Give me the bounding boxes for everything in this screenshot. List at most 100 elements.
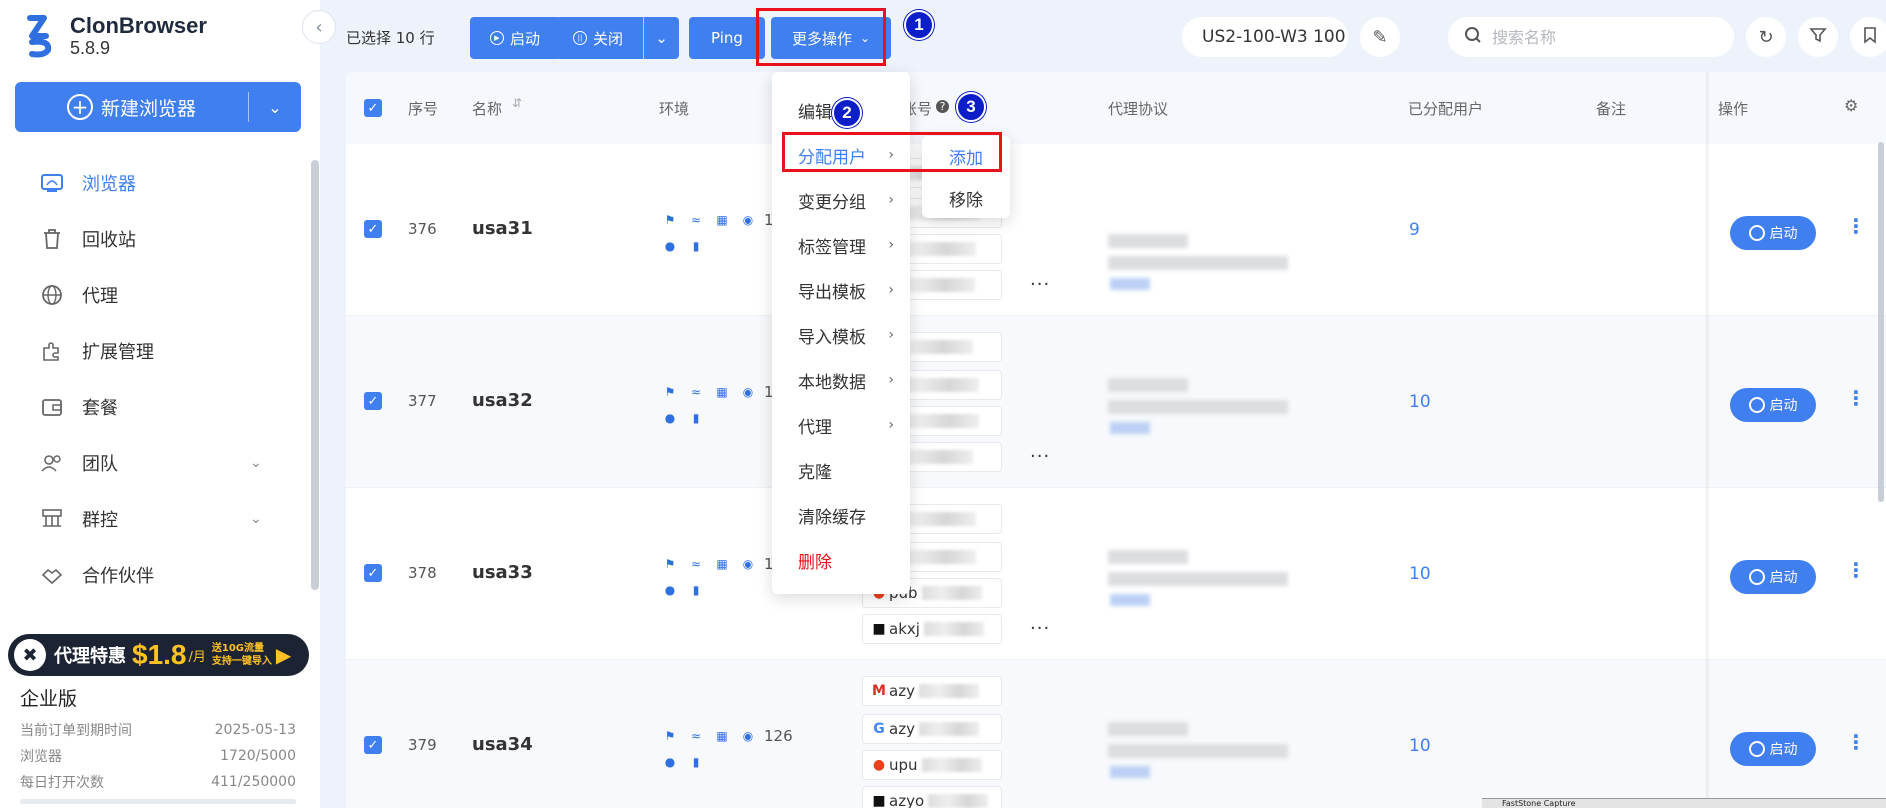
sidebar-item-extensions[interactable]: 扩展管理: [0, 323, 310, 379]
row-name[interactable]: usa33: [472, 562, 533, 583]
usage-progress-bar: [20, 799, 296, 804]
plan-title: 企业版: [20, 688, 78, 710]
start-button[interactable]: ▶ 启动: [470, 17, 560, 59]
table-scrollbar[interactable]: [1878, 142, 1884, 502]
select-all-checkbox[interactable]: ✓: [364, 99, 382, 117]
menu-item-proxy[interactable]: 代理 ›: [772, 405, 910, 445]
plan-row-value: 2025-05-13: [214, 722, 296, 738]
collapse-sidebar-button[interactable]: ‹: [302, 10, 336, 44]
chevron-down-icon: ⌄: [250, 511, 262, 527]
close-button[interactable]: || 关闭 ⌄: [555, 17, 679, 59]
taskbar-window[interactable]: FastStone Capture: [1482, 798, 1886, 808]
sort-icon[interactable]: ⇵: [512, 96, 522, 110]
header-env: 环境: [659, 100, 690, 118]
menu-item-clone[interactable]: 克隆: [772, 450, 910, 490]
menu-item-local-data[interactable]: 本地数据 ›: [772, 360, 910, 400]
selected-count: 已选择 10 行: [346, 29, 435, 47]
menu-item-change-group[interactable]: 变更分组 ›: [772, 180, 910, 220]
account-chip[interactable]: ● upu: [862, 750, 1002, 780]
step-badge-3: 3: [956, 92, 986, 122]
assigned-users[interactable]: 10: [1409, 392, 1431, 412]
bookmark-button[interactable]: [1850, 17, 1886, 57]
row-start-button[interactable]: 启动: [1730, 216, 1816, 250]
filter-button[interactable]: [1798, 17, 1838, 57]
highlight-assign-add: [782, 132, 1002, 172]
account-text: azyo: [889, 792, 925, 808]
chrome-icon: ◉: [742, 385, 754, 399]
more-accounts-icon[interactable]: ···: [1030, 274, 1050, 295]
row-more-icon[interactable]: ⋮: [1846, 214, 1866, 238]
account-chip[interactable]: Mazy: [862, 676, 1002, 706]
row-start-button[interactable]: 启动: [1730, 388, 1816, 422]
refresh-button[interactable]: ↻: [1746, 17, 1786, 57]
promo-banner[interactable]: ✖ 代理特惠 $1.8 /月 送10G流量 支持一键导入 ▶: [8, 634, 309, 676]
close-dropdown-button[interactable]: ⌄: [643, 17, 679, 59]
row-start-button[interactable]: 启动: [1730, 732, 1816, 766]
chevron-right-icon: ›: [888, 282, 894, 298]
row-start-label: 启动: [1769, 226, 1798, 242]
table-row[interactable]: ✓ 378 usa33 ⚑ ≈ ▦ ◉ 1 ● ▮ xj xj ●pub ■ak…: [346, 488, 1886, 660]
sidebar-item-team[interactable]: 团队 ⌄: [0, 435, 310, 491]
more-accounts-icon[interactable]: ···: [1030, 446, 1050, 467]
proxy-select[interactable]: US2-100-W3 100 ⌄: [1182, 17, 1348, 57]
row-checkbox[interactable]: ✓: [364, 736, 382, 754]
menu-item-clear-cache[interactable]: 清除缓存: [772, 495, 910, 535]
search-input[interactable]: [1492, 27, 1692, 47]
table-row[interactable]: ✓ 379 usa34 ⚑ ≈ ▦ ◉ 126 ● ▮ Mazy Gazy ● u…: [346, 660, 1886, 808]
assigned-users[interactable]: 10: [1409, 564, 1431, 584]
table-row[interactable]: ✓ 376 usa31 ⚑ ≈ ▦ ◉ 1 ● ▮ sfi sf w ··· 9…: [346, 144, 1886, 316]
proxy-blur: [1110, 422, 1150, 434]
menu-item-export-template[interactable]: 导出模板 ›: [772, 270, 910, 310]
row-more-icon[interactable]: ⋮: [1846, 386, 1866, 410]
menu-item-label: 变更分组: [798, 192, 866, 213]
row-checkbox[interactable]: ✓: [364, 392, 382, 410]
row-name[interactable]: usa34: [472, 734, 533, 755]
account-chip[interactable]: ■ akxj: [862, 614, 1002, 644]
us-flag-icon: ⚑: [664, 213, 676, 227]
table-row[interactable]: ✓ 377 usa32 ⚑ ≈ ▦ ◉ 1 ● ▮ h ur ur h ··· …: [346, 316, 1886, 488]
chrome-icon: [1748, 397, 1765, 413]
submenu-item-remove[interactable]: 移除: [922, 178, 1010, 218]
row-checkbox[interactable]: ✓: [364, 564, 382, 582]
sidebar-scrollbar[interactable]: [311, 160, 319, 590]
sidebar-item-plans[interactable]: 套餐: [0, 379, 310, 435]
menu-item-delete[interactable]: 删除: [772, 540, 910, 580]
new-browser-dropdown-button[interactable]: ⌄: [249, 98, 301, 117]
row-start-button[interactable]: 启动: [1730, 560, 1816, 594]
new-browser-button[interactable]: + 新建浏览器 ⌄: [15, 82, 301, 132]
assigned-users[interactable]: 9: [1409, 220, 1420, 240]
header-proxy: 代理协议: [1108, 100, 1169, 118]
menu-item-import-template[interactable]: 导入模板 ›: [772, 315, 910, 355]
chrome-icon: ◉: [742, 557, 754, 571]
sidebar-item-proxy[interactable]: 代理: [0, 267, 310, 323]
team-icon: [40, 451, 64, 475]
cookie-icon: ●: [664, 755, 676, 769]
account-chip[interactable]: ■ azyo: [862, 786, 1002, 808]
menu-item-tag-management[interactable]: 标签管理 ›: [772, 225, 910, 265]
row-name[interactable]: usa31: [472, 218, 533, 239]
sidebar-item-browser[interactable]: 浏览器: [0, 155, 310, 211]
env-icons: ⚑ ≈ ▦ ◉ 1: [660, 382, 774, 402]
table-header: ✓ 序号 名称 ⇵ 环境 账号 ? 代理协议 已分配用户 备注 操作 ⚙: [346, 72, 1886, 144]
row-more-icon[interactable]: ⋮: [1846, 730, 1866, 754]
row-index: 376: [408, 220, 437, 238]
group-control-icon: [40, 507, 64, 531]
sidebar-item-label: 扩展管理: [82, 342, 154, 363]
plan-row: 当前订单到期时间 2025-05-13: [20, 717, 296, 743]
row-more-icon[interactable]: ⋮: [1846, 558, 1866, 582]
assigned-users[interactable]: 10: [1409, 736, 1431, 756]
env-icons-2: ● ▮: [660, 752, 706, 772]
edit-button[interactable]: ✎: [1360, 17, 1400, 57]
column-settings-icon[interactable]: ⚙: [1844, 96, 1858, 115]
search-box[interactable]: [1448, 17, 1734, 57]
help-icon[interactable]: ?: [936, 100, 949, 113]
sidebar-item-partners[interactable]: 合作伙伴: [0, 547, 310, 603]
sidebar-item-recycle-bin[interactable]: 回收站: [0, 211, 310, 267]
more-accounts-icon[interactable]: ···: [1030, 618, 1050, 639]
row-name[interactable]: usa32: [472, 390, 533, 411]
ping-button[interactable]: Ping: [689, 17, 765, 59]
row-checkbox[interactable]: ✓: [364, 220, 382, 238]
header-name[interactable]: 名称: [472, 98, 502, 119]
sidebar-item-group-control[interactable]: 群控 ⌄: [0, 491, 310, 547]
account-chip[interactable]: Gazy: [862, 714, 1002, 744]
